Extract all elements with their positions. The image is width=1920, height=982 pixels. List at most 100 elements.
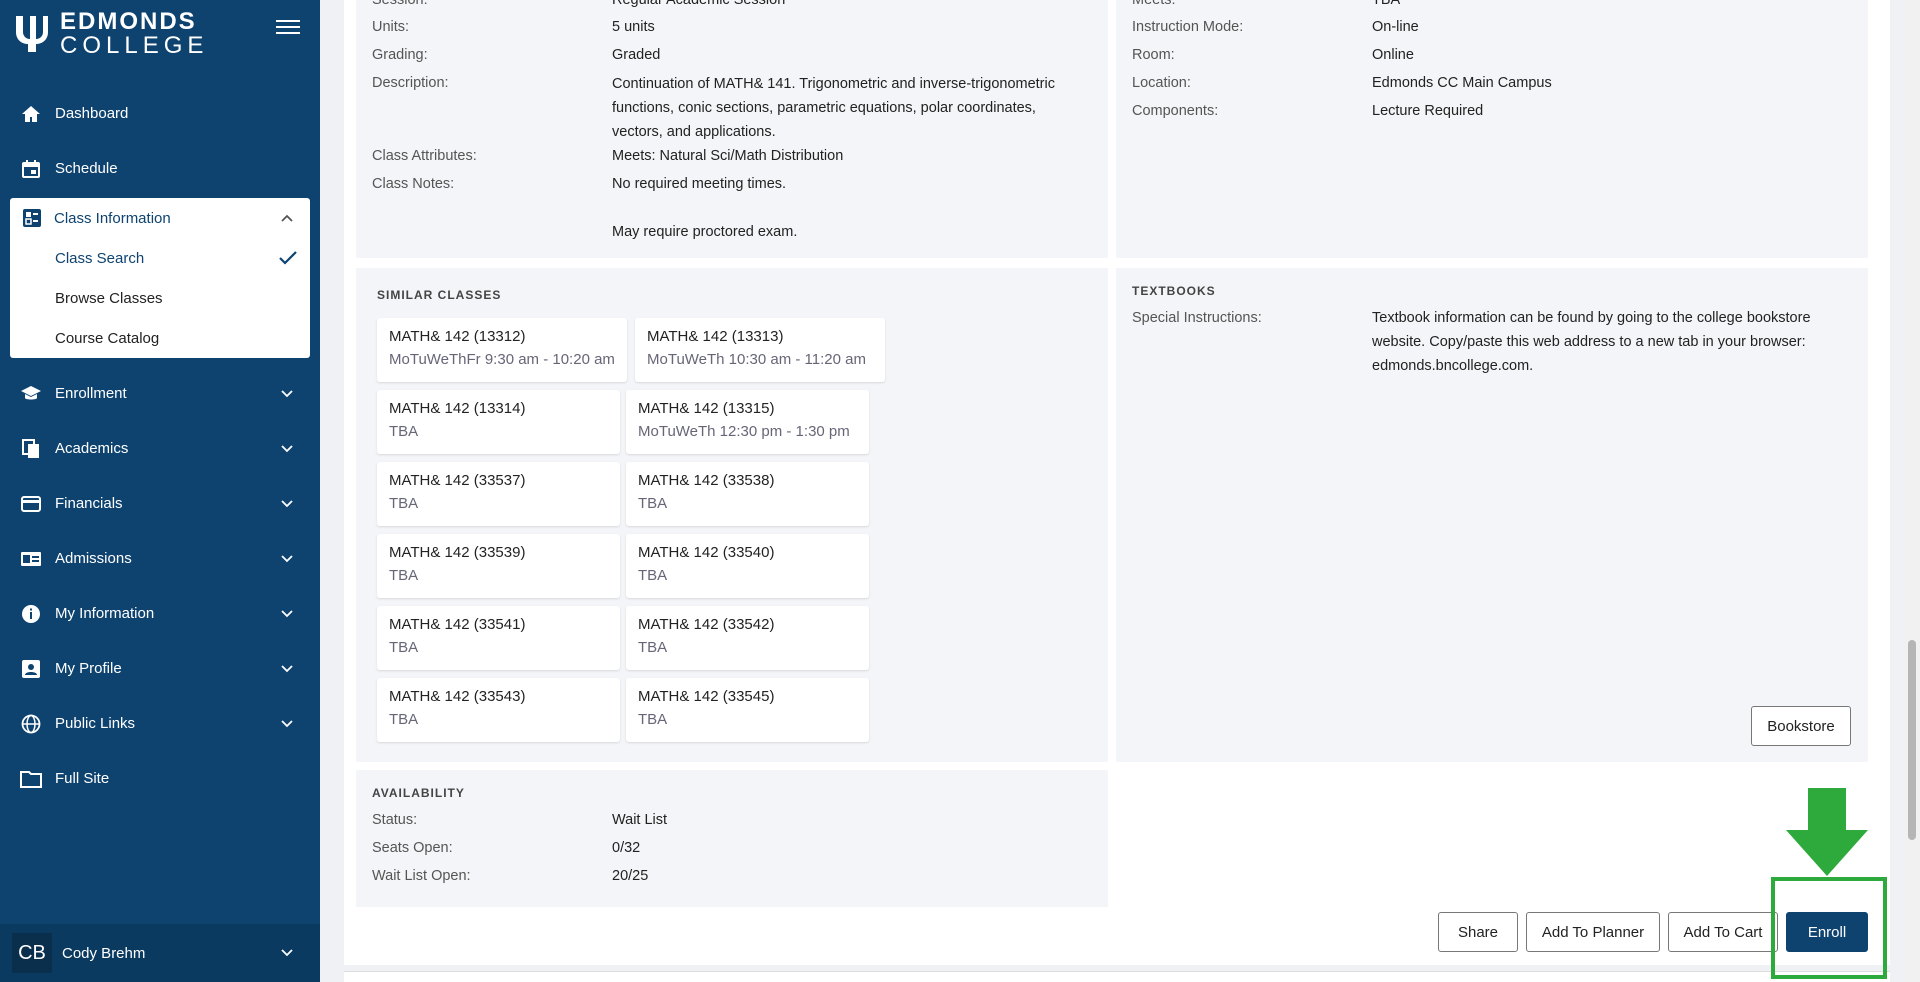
id-card-icon bbox=[20, 548, 42, 570]
user-name: Cody Brehm bbox=[62, 944, 146, 962]
sidebar-subitem-course-catalog[interactable]: Course Catalog bbox=[10, 318, 310, 358]
sidebar-item-public-links[interactable]: Public Links bbox=[0, 696, 320, 751]
similar-class-schedule: TBA bbox=[638, 567, 668, 584]
location-value: Edmonds CC Main Campus bbox=[1372, 75, 1552, 91]
similar-class-card[interactable]: MATH& 142 (33541) TBA bbox=[377, 606, 620, 670]
sidebar-nav: Dashboard Schedule bbox=[0, 86, 320, 196]
similar-class-schedule: TBA bbox=[389, 639, 419, 656]
similar-class-schedule: TBA bbox=[389, 711, 419, 728]
sidebar-item-admissions[interactable]: Admissions bbox=[0, 531, 320, 586]
similar-class-card[interactable]: MATH& 142 (33543) TBA bbox=[377, 678, 620, 742]
sidebar-item-schedule[interactable]: Schedule bbox=[0, 141, 320, 196]
list-icon bbox=[23, 209, 41, 227]
similar-class-title: MATH& 142 (33545) bbox=[638, 688, 775, 705]
chevron-down-icon bbox=[281, 949, 293, 957]
chevron-up-icon bbox=[281, 214, 293, 222]
status-value: Wait List bbox=[612, 812, 668, 828]
sidebar-item-my-profile[interactable]: My Profile bbox=[0, 641, 320, 696]
class-attributes-value: Meets: Natural Sci/Math Distribution bbox=[612, 148, 844, 164]
user-menu[interactable]: CB Cody Brehm bbox=[0, 924, 320, 982]
similar-class-schedule: MoTuWeThFr 9:30 am - 10:20 am bbox=[389, 351, 615, 368]
similar-class-title: MATH& 142 (33543) bbox=[389, 688, 526, 705]
room-label: Room: bbox=[1132, 47, 1175, 63]
sidebar-item-my-information[interactable]: My Information bbox=[0, 586, 320, 641]
sidebar-item-label: Class Information bbox=[54, 209, 171, 227]
chevron-down-icon bbox=[281, 554, 293, 562]
sidebar-item-academics[interactable]: Academics bbox=[0, 421, 320, 476]
sidebar-item-dashboard[interactable]: Dashboard bbox=[0, 86, 320, 141]
sidebar-item-class-information[interactable]: Class Information bbox=[10, 198, 310, 238]
description-label: Description: bbox=[372, 75, 449, 91]
chevron-down-icon bbox=[281, 499, 293, 507]
class-notes-line: No required meeting times. bbox=[612, 176, 787, 192]
sidebar-item-enrollment[interactable]: Enrollment bbox=[0, 366, 320, 421]
special-instructions-line: edmonds.bncollege.com. bbox=[1372, 358, 1534, 374]
instruction-mode-label: Instruction Mode: bbox=[1132, 19, 1244, 35]
similar-class-card[interactable]: MATH& 142 (33538) TBA bbox=[626, 462, 869, 526]
similar-class-title: MATH& 142 (33537) bbox=[389, 472, 526, 489]
similar-class-card[interactable]: MATH& 142 (13314) TBA bbox=[377, 390, 620, 454]
credit-card-icon bbox=[20, 493, 42, 515]
folder-icon bbox=[20, 768, 42, 790]
similar-class-schedule: MoTuWeTh 12:30 pm - 1:30 pm bbox=[638, 423, 850, 440]
sidebar-subitem-browse-classes[interactable]: Browse Classes bbox=[10, 278, 310, 318]
similar-class-card[interactable]: MATH& 142 (33537) TBA bbox=[377, 462, 620, 526]
description-line: vectors, and applications. bbox=[612, 124, 776, 140]
units-value: 5 units bbox=[612, 19, 655, 35]
room-value: Online bbox=[1372, 47, 1414, 63]
units-label: Units: bbox=[372, 19, 410, 35]
sidebar-item-label: Academics bbox=[55, 440, 129, 457]
availability-title: AVAILABILITY bbox=[372, 786, 465, 800]
textbooks-title: TEXTBOOKS bbox=[1132, 284, 1216, 298]
sidebar-item-label: Admissions bbox=[55, 550, 132, 567]
wait-list-open-value: 20/25 bbox=[612, 868, 649, 884]
similar-class-schedule: TBA bbox=[389, 423, 419, 440]
chevron-down-icon bbox=[281, 664, 293, 672]
class-notes-line: May require proctored exam. bbox=[612, 224, 798, 240]
seats-open-value: 0/32 bbox=[612, 840, 641, 856]
similar-class-card[interactable]: MATH& 142 (33540) TBA bbox=[626, 534, 869, 598]
page-scrollbar[interactable] bbox=[1904, 0, 1920, 982]
grading-label: Grading: bbox=[372, 47, 428, 63]
bookstore-button[interactable]: Bookstore bbox=[1751, 706, 1851, 746]
components-label: Components: bbox=[1132, 103, 1219, 119]
similar-class-card[interactable]: MATH& 142 (13315) MoTuWeTh 12:30 pm - 1:… bbox=[626, 390, 869, 454]
similar-class-card[interactable]: MATH& 142 (13313) MoTuWeTh 10:30 am - 11… bbox=[635, 318, 885, 382]
sidebar-item-full-site[interactable]: Full Site bbox=[0, 751, 320, 806]
college-logo[interactable]: EDMONDS COLLEGE bbox=[12, 10, 208, 58]
class-detail-main: Session: Regular Academic Session Units:… bbox=[344, 0, 1890, 965]
similar-class-card[interactable]: MATH& 142 (33545) TBA bbox=[626, 678, 869, 742]
scrollbar-thumb[interactable] bbox=[1908, 640, 1916, 840]
chevron-down-icon bbox=[281, 444, 293, 452]
sidebar-item-label: Enrollment bbox=[55, 385, 127, 402]
add-to-cart-button[interactable]: Add To Cart bbox=[1668, 912, 1778, 952]
similar-class-card[interactable]: MATH& 142 (33542) TBA bbox=[626, 606, 869, 670]
calendar-icon bbox=[20, 158, 42, 180]
sidebar-item-label: My Profile bbox=[55, 660, 122, 677]
add-to-planner-button[interactable]: Add To Planner bbox=[1526, 912, 1660, 952]
chevron-down-icon bbox=[281, 609, 293, 617]
status-label: Status: bbox=[372, 812, 418, 828]
share-button[interactable]: Share bbox=[1438, 912, 1518, 952]
similar-class-card[interactable]: MATH& 142 (33539) TBA bbox=[377, 534, 620, 598]
class-notes-label: Class Notes: bbox=[372, 176, 455, 192]
sidebar-item-financials[interactable]: Financials bbox=[0, 476, 320, 531]
location-label: Location: bbox=[1132, 75, 1191, 91]
menu-toggle-icon[interactable] bbox=[276, 20, 300, 40]
check-icon bbox=[279, 251, 297, 265]
similar-classes-panel: SIMILAR CLASSES MATH& 142 (13312) MoTuWe… bbox=[356, 268, 1108, 762]
sidebar-item-label: Schedule bbox=[55, 160, 118, 177]
similar-class-title: MATH& 142 (13315) bbox=[638, 400, 775, 417]
similar-class-title: MATH& 142 (33539) bbox=[389, 544, 526, 561]
similar-class-card[interactable]: MATH& 142 (13312) MoTuWeThFr 9:30 am - 1… bbox=[377, 318, 627, 382]
globe-icon bbox=[20, 713, 42, 735]
similar-class-schedule: TBA bbox=[638, 639, 668, 656]
enroll-button[interactable]: Enroll bbox=[1786, 912, 1868, 952]
class-attributes-label: Class Attributes: bbox=[372, 148, 477, 164]
sidebar-item-label: Dashboard bbox=[55, 105, 129, 122]
sidebar-subitem-class-search[interactable]: Class Search bbox=[10, 238, 310, 278]
special-instructions-label: Special Instructions: bbox=[1132, 310, 1262, 326]
trident-logo-icon bbox=[16, 16, 48, 52]
grading-value: Graded bbox=[612, 47, 661, 63]
chevron-down-icon bbox=[281, 719, 293, 727]
